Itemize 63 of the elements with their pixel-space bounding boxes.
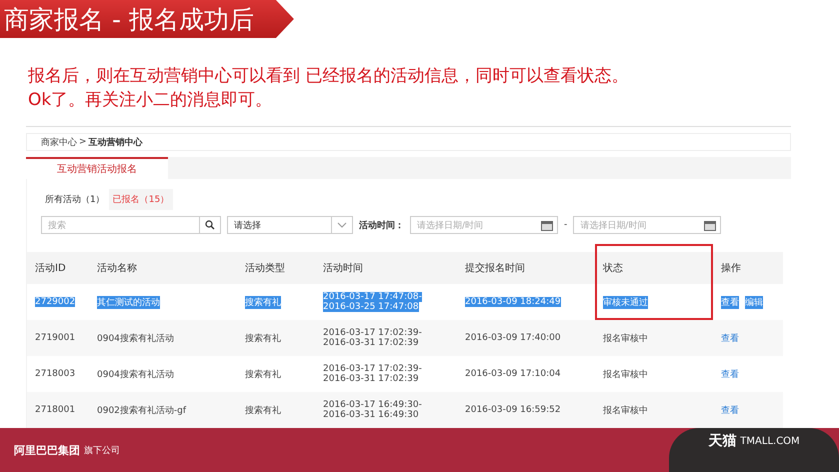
table-cell: 搜索有礼 (245, 296, 281, 308)
table-cell: 2016-03-09 17:10:04 (465, 369, 561, 379)
column-header: 状态 (603, 262, 623, 275)
table-cell-text: 搜索有礼 (245, 404, 281, 416)
column-header: 活动类型 (245, 262, 285, 275)
action-link[interactable]: 查看 (721, 332, 739, 344)
chevron-down-icon (337, 222, 347, 228)
action-link[interactable]: 编辑 (745, 296, 763, 308)
breadcrumb-current: 互动营销中心 (88, 136, 143, 149)
type-select[interactable]: 请选择 (227, 216, 353, 234)
breadcrumb-separator: > (79, 137, 87, 148)
filter-tab[interactable]: 所有活动（1） (41, 189, 109, 210)
end-date-field[interactable]: 请选择日期/时间 (573, 216, 722, 234)
action-link[interactable]: 查看 (721, 404, 739, 416)
calendar-icon[interactable] (541, 220, 553, 230)
company-suffix: 旗下公司 (84, 444, 120, 456)
table-cell: 2016-03-31 17:02:39 (323, 374, 419, 384)
table-cell-text: 搜索有礼 (245, 332, 281, 344)
table-cell-text: 0902搜索有礼活动-gf (97, 404, 186, 416)
table-cell: 2016-03-17 17:02:39- (323, 364, 422, 374)
table-cell: 2016-03-17 17:02:39- (323, 328, 422, 338)
table-cell: 2016-03-31 17:02:39 (323, 338, 419, 348)
table-cell: 2718001 (35, 405, 76, 415)
status-text: 报名审核中 (603, 404, 648, 416)
table-cell: 2719001 (35, 333, 76, 343)
company-name: 阿里巴巴集团 (14, 442, 80, 458)
search-field[interactable]: 搜索 (41, 216, 221, 234)
date-separator: - (564, 220, 568, 230)
time-label: 活动时间： (359, 219, 404, 232)
column-header: 活动ID (35, 262, 66, 275)
table-cell: 2729002 (35, 297, 76, 307)
breadcrumb-link[interactable]: 商家中心 (41, 136, 77, 149)
table-cell: 2016-03-09 17:40:00 (465, 333, 561, 343)
column-header: 活动名称 (97, 262, 137, 275)
table-cell: 其仁测试的活动 (97, 296, 160, 308)
column-header: 活动时间 (323, 262, 363, 275)
table-cell: 2718003 (35, 369, 76, 379)
column-header: 操作 (721, 262, 741, 275)
start-date-field[interactable]: 请选择日期/时间 (410, 216, 558, 234)
slide-title: 商家报名 - 报名成功后 (0, 0, 294, 38)
table-cell: 2016-03-31 16:49:30 (323, 410, 419, 420)
table-cell: 2016-03-09 18:24:49 (465, 297, 561, 307)
action-link[interactable]: 查看 (721, 296, 739, 308)
table-cell-text: 搜索有礼 (245, 368, 281, 380)
table-cell: 2016-03-17 16:49:30- (323, 400, 422, 410)
search-icon (205, 220, 215, 230)
calendar-icon[interactable] (704, 220, 716, 230)
intro-text: 报名后，则在互动营销中心可以看到 已经报名的活动信息，同时可以查看状态。 (28, 65, 630, 88)
table-cell-text: 0904搜索有礼活动 (97, 368, 174, 380)
table-cell-text: 0904搜索有礼活动 (97, 332, 174, 344)
table-cell: 2016-03-25 17:47:08 (323, 302, 419, 312)
table-cell: 2016-03-09 16:59:52 (465, 405, 561, 415)
status-text: 报名审核中 (603, 368, 648, 380)
intro-text: Ok了。再关注小二的消息即可。 (28, 89, 274, 112)
column-header: 提交报名时间 (465, 262, 525, 275)
status-text: 报名审核中 (603, 332, 648, 344)
table-cell: 2016-03-17 17:47:08- (323, 292, 422, 302)
brand-name: 天猫 (708, 432, 736, 450)
action-link[interactable]: 查看 (721, 368, 739, 380)
brand-domain: TMALL.COM (740, 436, 800, 447)
tab[interactable]: 互动营销活动报名 (26, 157, 168, 179)
status-text: 审核未通过 (603, 296, 648, 308)
filter-tab[interactable]: 已报名（15） (108, 189, 174, 210)
